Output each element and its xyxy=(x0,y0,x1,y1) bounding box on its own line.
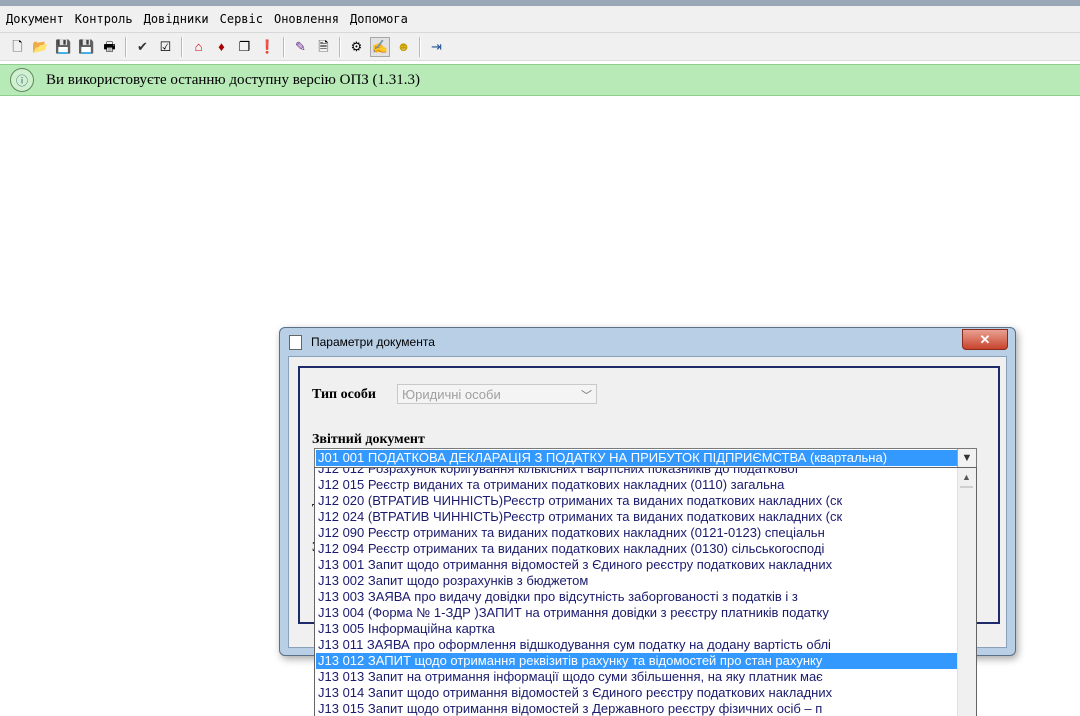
chevron-down-icon: ﹀ xyxy=(581,390,592,402)
dropdown-option[interactable]: J13 012 ЗАПИТ щодо отримання реквізитів … xyxy=(316,653,958,669)
dialog-title: Параметри документа xyxy=(311,335,435,349)
user-icon[interactable]: ☻ xyxy=(394,37,413,56)
person-type-label: Тип особи xyxy=(312,387,376,402)
error-icon[interactable]: ❗ xyxy=(258,37,277,56)
dropdown-option[interactable]: J12 094 Реєстр отриманих та виданих пода… xyxy=(316,541,958,557)
settings-icon[interactable]: ⚙ xyxy=(347,37,366,56)
toolbar-separator xyxy=(419,36,421,57)
update-info-icon: ⓘ xyxy=(10,68,34,92)
dropdown-option[interactable]: J13 004 (Форма № 1-ЗДР )ЗАПИТ на отриман… xyxy=(316,605,958,621)
menu-updates[interactable]: Оновлення xyxy=(268,12,344,26)
copy-icon[interactable]: ❐ xyxy=(235,37,254,56)
menu-control[interactable]: Контроль xyxy=(69,12,138,26)
dropdown-option[interactable]: J12 090 Реєстр отриманих та виданих пода… xyxy=(316,525,958,541)
dropdown-option[interactable]: J12 015 Реєстр виданих та отриманих пода… xyxy=(316,477,958,493)
toolbar-separator xyxy=(125,36,127,57)
exit-icon[interactable]: ⇥ xyxy=(427,37,446,56)
version-notice-bar: ⓘ Ви використовуєте останню доступну вер… xyxy=(0,64,1080,96)
dropdown-option[interactable]: J13 013 Запит на отримання інформації що… xyxy=(316,669,958,685)
toolbar-separator xyxy=(339,36,341,57)
save-all-icon[interactable]: 💾 xyxy=(77,37,96,56)
dropdown-option[interactable]: J13 005 Інформаційна картка xyxy=(316,621,958,637)
menu-help[interactable]: Допомога xyxy=(344,12,413,26)
home-icon[interactable]: ⌂ xyxy=(189,37,208,56)
dropdown-scrollbar[interactable]: ▲ xyxy=(957,468,976,716)
check-icon[interactable]: ✔ xyxy=(133,37,152,56)
dropdown-option[interactable]: J13 014 Запит щодо отримання відомостей … xyxy=(316,685,958,701)
open-folder-icon[interactable]: 📂 xyxy=(31,37,50,56)
edit-icon[interactable]: ✍ xyxy=(370,36,390,57)
menu-bar: Документ Контроль Довідники Сервіс Оновл… xyxy=(0,6,1080,33)
dropdown-option[interactable]: J12 020 (ВТРАТИВ ЧИННІСТЬ)Реєстр отриман… xyxy=(316,493,958,509)
dropdown-option[interactable]: J13 011 ЗАЯВА про оформлення відшкодуван… xyxy=(316,637,958,653)
dropdown-option[interactable]: J13 003 ЗАЯВА про видачу довідки про від… xyxy=(316,589,958,605)
report-document-select[interactable]: J01 001 ПОДАТКОВА ДЕКЛАРАЦІЯ З ПОДАТКУ Н… xyxy=(314,448,977,468)
scroll-up-icon[interactable]: ▲ xyxy=(958,468,975,485)
dropdown-option[interactable]: J13 015 Запит щодо отримання відомостей … xyxy=(316,701,958,716)
book-icon[interactable]: ♦ xyxy=(212,37,231,56)
report-document-dropdown-list[interactable]: J13 015 Запит щодо отримання відомостей … xyxy=(314,467,977,716)
dropdown-option[interactable]: J13 001 Запит щодо отримання відомостей … xyxy=(316,557,958,573)
menu-service[interactable]: Сервіс xyxy=(214,12,268,26)
menu-document[interactable]: Документ xyxy=(0,12,69,26)
toolbar-separator xyxy=(283,36,285,57)
sign-icon[interactable]: ✎ xyxy=(291,37,310,56)
report-document-value: J01 001 ПОДАТКОВА ДЕКЛАРАЦІЯ З ПОДАТКУ Н… xyxy=(316,450,957,466)
print-icon[interactable]: 🖶 xyxy=(100,37,119,56)
close-button[interactable]: ✕ xyxy=(962,329,1008,350)
toolbar-separator xyxy=(181,36,183,57)
version-notice-text: Ви використовуєте останню доступну версі… xyxy=(46,71,421,88)
dialog-title-bar[interactable]: Параметри документа xyxy=(280,328,1015,356)
menu-references[interactable]: Довідники xyxy=(138,12,214,26)
person-type-value: Юридичні особи xyxy=(402,386,501,402)
person-type-select: Юридичні особи ﹀ xyxy=(397,384,597,404)
toolbar: 🗋 📂 💾 💾 🖶 ✔ ☑ ⌂ ♦ ❐ ❗ ✎ 🗎 ⚙ ✍ ☻ ⇥ xyxy=(0,33,1080,61)
validate-icon[interactable]: ☑ xyxy=(156,37,175,56)
dropdown-option[interactable]: J12 024 (ВТРАТИВ ЧИННІСТЬ)Реєстр отриман… xyxy=(316,509,958,525)
document-icon xyxy=(289,334,302,350)
dropdown-toggle-button[interactable]: ▼ xyxy=(957,449,976,467)
report-icon[interactable]: 🗎 xyxy=(314,37,333,56)
scrollbar-thumb[interactable] xyxy=(960,486,973,488)
chevron-down-icon: ▼ xyxy=(961,452,973,464)
save-icon[interactable]: 💾 xyxy=(54,37,73,56)
dropdown-option[interactable]: J12 012 Розрахунок коригування кількісни… xyxy=(316,468,958,477)
new-document-icon[interactable]: 🗋 xyxy=(8,37,27,56)
report-document-label: Звітний документ xyxy=(312,432,425,447)
dropdown-option[interactable]: J13 002 Запит щодо розрахунків з бюджето… xyxy=(316,573,958,589)
